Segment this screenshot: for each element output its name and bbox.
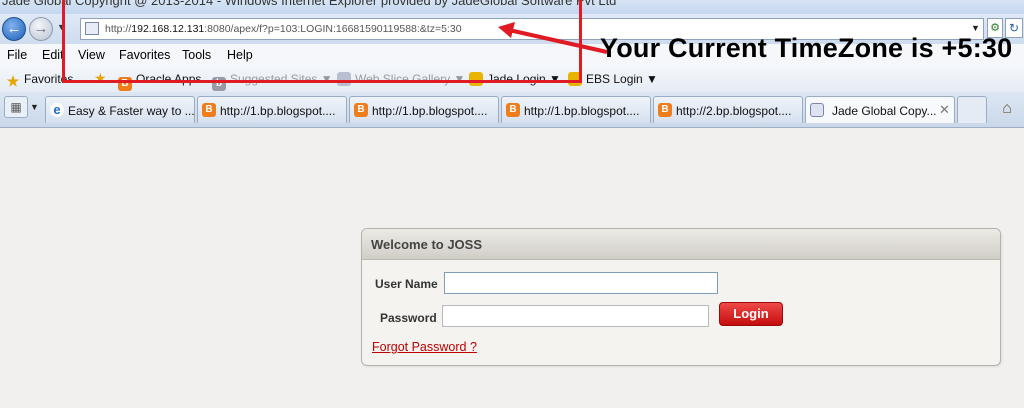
tab-blogspot-4[interactable]: B http://2.bp.blogspot.... bbox=[653, 96, 803, 123]
blogger-icon: B bbox=[506, 103, 520, 117]
address-dropdown-icon[interactable]: ▼ bbox=[971, 23, 980, 33]
menu-file[interactable]: File bbox=[7, 48, 27, 62]
tab-label: http://1.bp.blogspot.... bbox=[372, 104, 488, 118]
forward-button[interactable]: → bbox=[29, 17, 53, 41]
password-label: Password bbox=[380, 311, 437, 325]
tab-list-dropdown-icon[interactable]: ▼ bbox=[30, 96, 42, 118]
tab-label: http://1.bp.blogspot.... bbox=[524, 104, 640, 118]
menu-edit[interactable]: Edit bbox=[42, 48, 64, 62]
ie-icon: e bbox=[50, 103, 64, 117]
login-panel-header: Welcome to JOSS bbox=[362, 229, 1000, 260]
blogger-icon: B bbox=[658, 103, 672, 117]
username-field[interactable] bbox=[444, 272, 718, 294]
back-button[interactable]: ← bbox=[2, 17, 26, 41]
new-tab-button[interactable] bbox=[957, 96, 987, 123]
password-field[interactable] bbox=[442, 305, 709, 327]
blogger-icon: B bbox=[202, 103, 216, 117]
blogger-icon: B bbox=[354, 103, 368, 117]
tab-label: Jade Global Copy... bbox=[832, 104, 937, 118]
annotation-arrow bbox=[498, 22, 608, 54]
tab-blogspot-2[interactable]: B http://1.bp.blogspot.... bbox=[349, 96, 499, 123]
tab-label: Easy & Faster way to ... bbox=[68, 104, 195, 118]
quick-tabs-icon[interactable]: ▦ bbox=[4, 96, 28, 118]
forgot-password-link[interactable]: Forgot Password ? bbox=[372, 340, 477, 354]
timezone-annotation: Your Current TimeZone is +5:30 bbox=[600, 33, 1013, 63]
login-button[interactable]: Login bbox=[719, 302, 783, 326]
close-tab-icon[interactable]: ✕ bbox=[939, 102, 950, 118]
tab-jade-global[interactable]: Jade Global Copy... ✕ bbox=[805, 96, 955, 123]
panel-title: Welcome to JOSS bbox=[371, 237, 483, 252]
home-icon[interactable]: ⌂ bbox=[996, 98, 1018, 120]
tab-easy-faster[interactable]: e Easy & Faster way to ... bbox=[45, 96, 195, 123]
tab-blogspot-1[interactable]: B http://1.bp.blogspot.... bbox=[197, 96, 347, 123]
login-panel: Welcome to JOSS User Name Password Login… bbox=[361, 228, 1001, 366]
star-icon: ★ bbox=[6, 73, 20, 89]
username-label: User Name bbox=[375, 277, 438, 291]
tab-label: http://2.bp.blogspot.... bbox=[676, 104, 792, 118]
tab-blogspot-3[interactable]: B http://1.bp.blogspot.... bbox=[501, 96, 651, 123]
favorite-label: EBS Login bbox=[586, 72, 643, 86]
page-icon bbox=[810, 103, 824, 117]
tab-label: http://1.bp.blogspot.... bbox=[220, 104, 336, 118]
